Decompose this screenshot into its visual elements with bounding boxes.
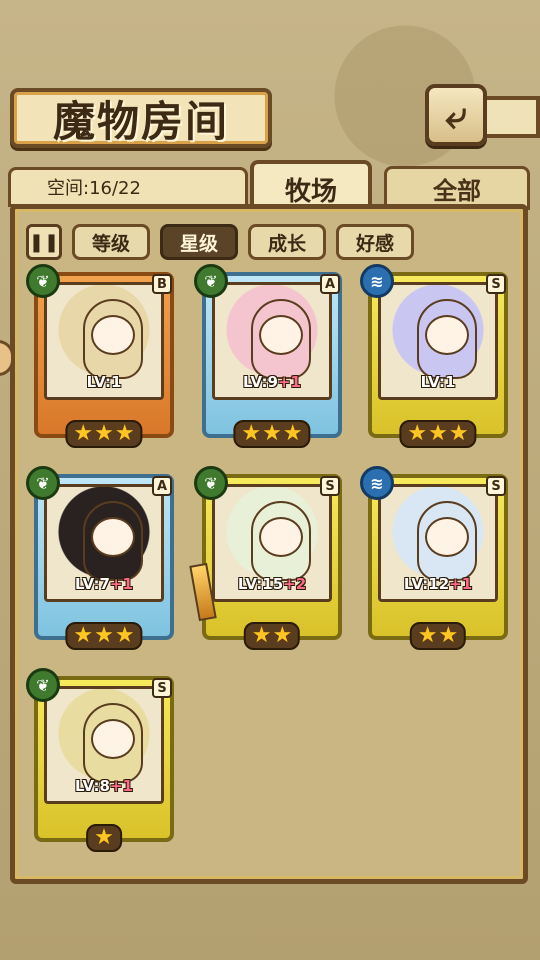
monster-level: LV:1 xyxy=(47,373,161,391)
monster-portrait: LV:15+2 xyxy=(212,484,332,602)
star-rating: ★ ★ xyxy=(243,622,301,650)
monster-level: LV:15+2 xyxy=(215,575,329,593)
water-element-icon: ≋ xyxy=(360,466,394,500)
monster-face xyxy=(425,517,469,557)
monster-portrait: LV:12+1 xyxy=(378,484,498,602)
monster-face xyxy=(259,315,303,355)
leaf-element-icon: ❦ xyxy=(26,264,60,298)
level-text: LV:8 xyxy=(75,777,110,795)
leaf-element-icon: ❦ xyxy=(26,668,60,702)
rank-badge: A xyxy=(152,476,172,496)
sort-star-label: 星级 xyxy=(179,232,218,255)
monster-portrait: LV:7+1 xyxy=(44,484,164,602)
star-icon: ★ xyxy=(438,623,459,648)
level-bonus: +1 xyxy=(109,575,133,593)
sort-level-button[interactable]: 等级 xyxy=(72,224,150,260)
monster-level: LV:12+1 xyxy=(381,575,495,593)
rank-badge: S xyxy=(152,678,172,698)
star-rating: ★ ★ ★ xyxy=(65,420,143,448)
monster-face xyxy=(91,719,135,759)
sort-level-label: 等级 xyxy=(91,232,130,255)
level-bonus: +1 xyxy=(277,373,301,391)
level-text: LV:9 xyxy=(243,373,278,391)
leaf-element-icon: ❦ xyxy=(194,466,228,500)
monster-face xyxy=(91,517,135,557)
level-text: LV:15 xyxy=(237,575,284,593)
back-arrow-icon: ⤶ xyxy=(445,92,467,137)
rank-badge: B xyxy=(152,274,172,294)
back-button-rail xyxy=(484,96,540,138)
rank-badge: A xyxy=(320,274,340,294)
monster-face xyxy=(259,517,303,557)
monster-card[interactable]: LV:12+1 ≋ S ★ ★ xyxy=(360,466,508,650)
tab-ranch-label: 牧场 xyxy=(284,176,337,207)
star-icon: ★ xyxy=(448,421,469,446)
monster-portrait: LV:9+1 xyxy=(212,282,332,400)
monster-portrait: LV:1 xyxy=(44,282,164,400)
leaf-element-icon: ❦ xyxy=(26,466,60,500)
level-bonus: +1 xyxy=(449,575,473,593)
star-icon: ★ xyxy=(94,623,114,648)
star-icon: ★ xyxy=(73,623,94,648)
star-icon: ★ xyxy=(114,623,135,648)
sort-star-button[interactable]: 星级 xyxy=(160,224,238,260)
back-button[interactable]: ⤶ xyxy=(425,84,487,146)
page-title: 魔物房间 xyxy=(52,96,229,146)
star-icon: ★ xyxy=(407,421,428,446)
sort-filter-bar: ❚❚ 等级 星级 成长 好感 xyxy=(26,224,414,260)
rank-badge: S xyxy=(486,476,506,496)
level-bonus: +1 xyxy=(109,777,133,795)
star-icon: ★ xyxy=(114,421,135,446)
level-text: LV:7 xyxy=(75,575,110,593)
sort-affection-label: 好感 xyxy=(355,232,394,255)
monster-card[interactable]: LV:15+2 ❦ S ★ ★ xyxy=(189,466,342,650)
level-text: LV:12 xyxy=(403,575,450,593)
monster-card[interactable]: LV:7+1 ❦ A ★ ★ ★ xyxy=(26,466,174,650)
monster-face xyxy=(425,315,469,355)
star-icon: ★ xyxy=(94,825,114,850)
monster-portrait: LV:8+1 xyxy=(44,686,164,804)
star-icon: ★ xyxy=(251,623,272,648)
leaf-element-icon: ❦ xyxy=(194,264,228,298)
rank-badge: S xyxy=(320,476,340,496)
star-rating: ★ ★ ★ xyxy=(65,622,143,650)
monster-level: LV:1 xyxy=(381,373,495,391)
monster-card[interactable]: LV:1 ≋ S ★ ★ ★ xyxy=(360,264,508,448)
level-bonus: +2 xyxy=(283,575,307,593)
star-icon: ★ xyxy=(272,623,293,648)
sort-affection-button[interactable]: 好感 xyxy=(336,224,414,260)
pause-icon[interactable]: ❚❚ xyxy=(26,224,62,260)
star-rating: ★ ★ xyxy=(409,622,467,650)
monster-face xyxy=(91,315,135,355)
monster-card[interactable]: LV:9+1 ❦ A ★ ★ ★ xyxy=(194,264,342,448)
sort-growth-button[interactable]: 成长 xyxy=(248,224,326,260)
monster-card[interactable]: LV:1 ❦ B ★ ★ ★ xyxy=(26,264,174,448)
star-icon: ★ xyxy=(282,421,303,446)
level-text: LV:1 xyxy=(420,373,456,391)
star-rating: ★ ★ ★ xyxy=(233,420,311,448)
star-icon: ★ xyxy=(262,421,282,446)
star-icon: ★ xyxy=(241,421,262,446)
sort-growth-label: 成长 xyxy=(267,232,306,255)
room-title-banner: 魔物房间 xyxy=(10,88,272,148)
rank-badge: S xyxy=(486,274,506,294)
tab-all-label: 全部 xyxy=(433,175,481,205)
space-capacity: 空间:16/22 xyxy=(8,167,248,207)
monster-level: LV:7+1 xyxy=(47,575,161,593)
water-element-icon: ≋ xyxy=(360,264,394,298)
space-capacity-label: 空间:16/22 xyxy=(47,178,141,199)
monster-level: LV:9+1 xyxy=(215,373,329,391)
star-icon: ★ xyxy=(417,623,438,648)
star-icon: ★ xyxy=(94,421,114,446)
star-icon: ★ xyxy=(73,421,94,446)
monster-portrait: LV:1 xyxy=(378,282,498,400)
star-icon: ★ xyxy=(428,421,448,446)
star-rating: ★ xyxy=(86,824,122,852)
monster-card[interactable]: LV:8+1 ❦ S ★ xyxy=(26,668,174,852)
level-text: LV:1 xyxy=(86,373,122,391)
star-rating: ★ ★ ★ xyxy=(399,420,477,448)
monster-level: LV:8+1 xyxy=(47,777,161,795)
